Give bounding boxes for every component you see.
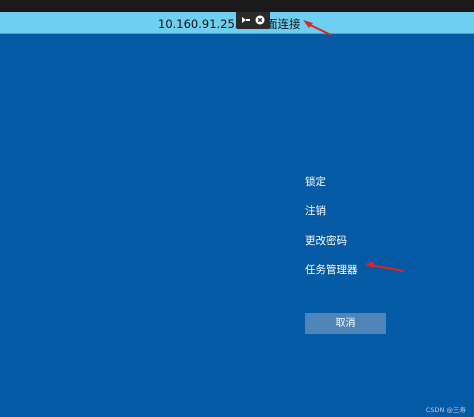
connection-bar-controls	[236, 12, 270, 29]
watermark: CSDN @三寿	[425, 406, 466, 414]
annotation-arrow-task-manager	[365, 261, 405, 272]
connection-title-suffix: 面连接	[266, 17, 301, 31]
top-dark-strip	[0, 0, 474, 12]
menu-item-change-password[interactable]: 更改密码	[305, 234, 347, 248]
pin-icon[interactable]	[241, 15, 251, 25]
menu-item-sign-out[interactable]: 注销	[305, 204, 326, 218]
close-circle-icon[interactable]	[255, 15, 265, 25]
cancel-button[interactable]: 取消	[305, 313, 386, 334]
annotation-arrow-title	[303, 20, 332, 36]
menu-item-lock[interactable]: 锁定	[305, 175, 326, 189]
menu-item-task-manager[interactable]: 任务管理器	[305, 263, 358, 277]
